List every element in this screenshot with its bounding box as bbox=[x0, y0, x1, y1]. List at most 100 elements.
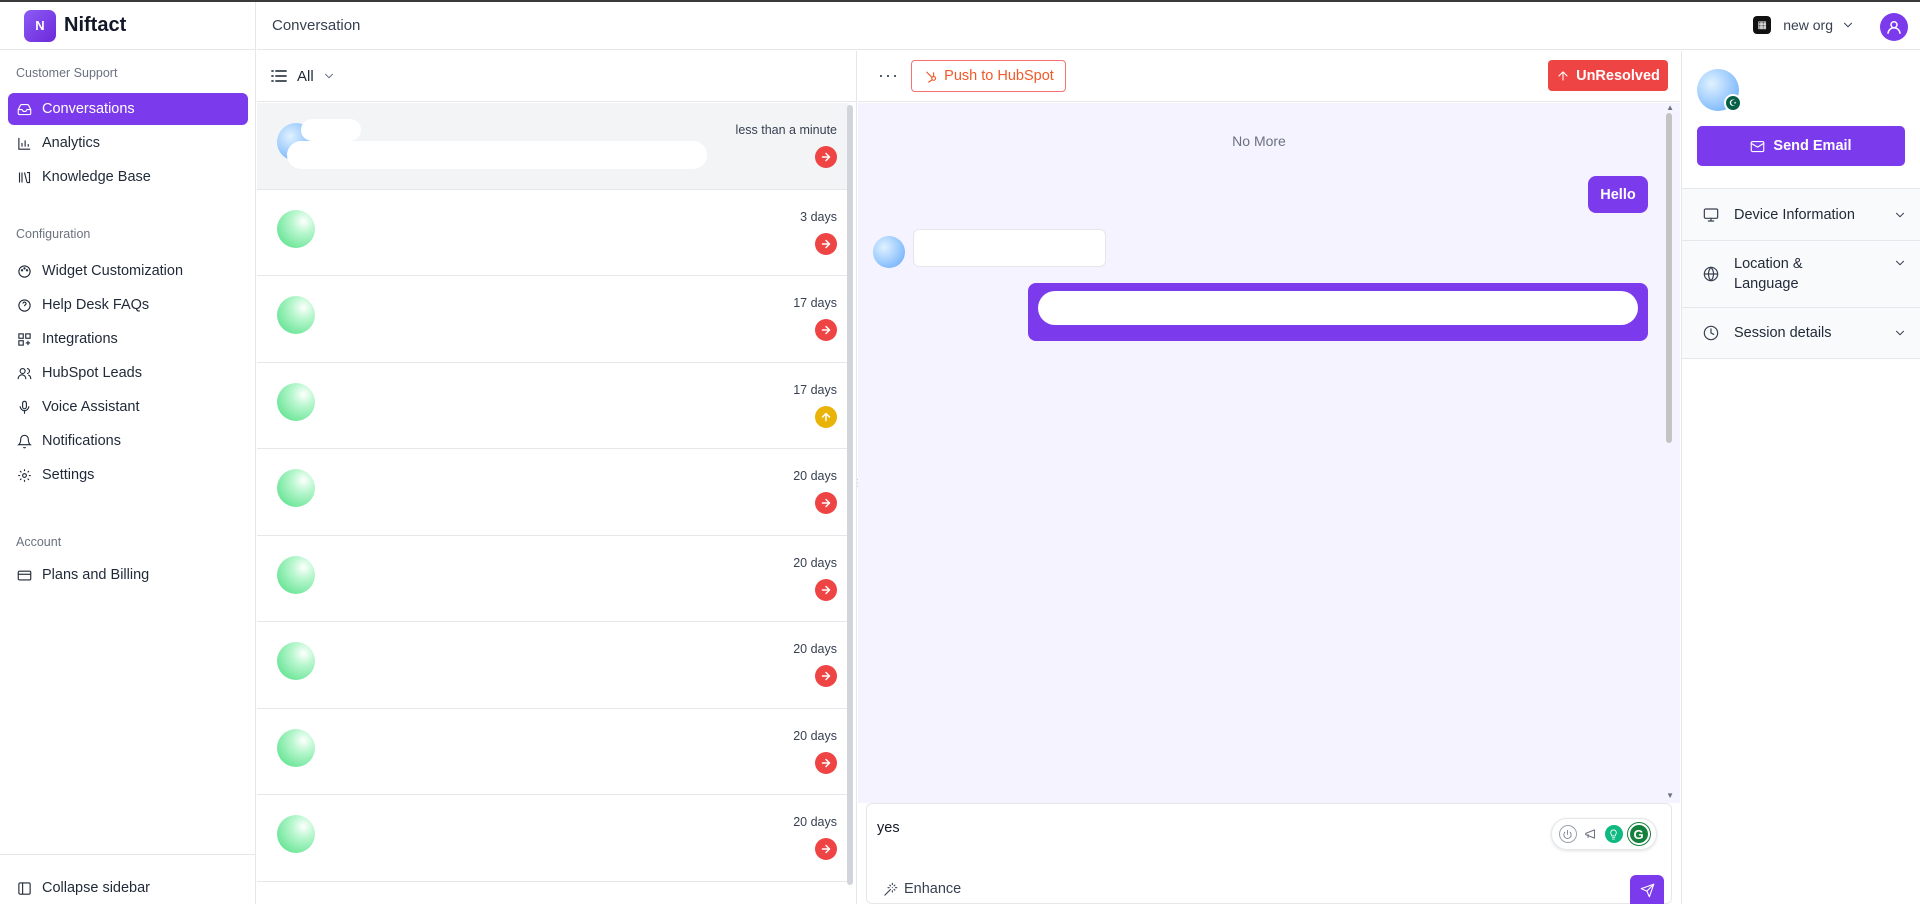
conversation-time: 20 days bbox=[793, 642, 837, 656]
conversation-item[interactable]: 20 days bbox=[257, 536, 849, 622]
sidebar-item-analytics[interactable]: Analytics bbox=[8, 127, 248, 159]
sidebar-item-label: Analytics bbox=[42, 135, 101, 151]
collapse-sidebar-button[interactable]: Collapse sidebar bbox=[8, 872, 248, 904]
push-to-hubspot-button[interactable]: Push to HubSpot bbox=[911, 60, 1066, 92]
redaction-mark bbox=[301, 119, 361, 141]
grammarly-icon[interactable]: G bbox=[1627, 823, 1650, 845]
enhance-button[interactable]: Enhance bbox=[883, 881, 961, 897]
power-icon[interactable] bbox=[1558, 825, 1577, 843]
sidebar-item-conversations[interactable]: Conversations bbox=[8, 93, 248, 125]
sidebar-item-knowledge-base[interactable]: Knowledge Base bbox=[8, 161, 248, 193]
conversation-avatar bbox=[277, 555, 315, 594]
sidebar-item-label: Plans and Billing bbox=[42, 567, 150, 583]
chat-pane: ··· Push to HubSpot UnResolved No More H… bbox=[858, 51, 1680, 904]
sidebar-item-plans-and-billing[interactable]: Plans and Billing bbox=[8, 559, 248, 591]
send-email-label: Send Email bbox=[1773, 138, 1852, 154]
sidebar-item-voice-assistant[interactable]: Voice Assistant bbox=[8, 391, 248, 423]
panel-left-icon bbox=[16, 880, 32, 896]
section-label-customer-support: Customer Support bbox=[16, 66, 118, 80]
enhance-label: Enhance bbox=[904, 881, 962, 897]
conversation-time: 3 days bbox=[800, 209, 837, 224]
status-arrow-icon[interactable] bbox=[815, 838, 837, 860]
send-email-button[interactable]: Send Email bbox=[1697, 126, 1905, 166]
org-switcher[interactable]: ▦ new org bbox=[1753, 16, 1855, 34]
brand[interactable]: N Niftact bbox=[0, 2, 255, 50]
conversation-item[interactable]: less than a minute bbox=[257, 103, 849, 190]
status-toggle-button[interactable]: UnResolved bbox=[1548, 60, 1668, 91]
composer-input[interactable]: yes bbox=[877, 820, 900, 836]
library-icon bbox=[16, 169, 32, 185]
send-message-button[interactable] bbox=[1630, 875, 1664, 904]
status-arrow-icon[interactable] bbox=[815, 492, 837, 514]
scroll-up-arrow-icon[interactable]: ▲ bbox=[1666, 103, 1674, 112]
sidebar-item-notifications[interactable]: Notifications bbox=[8, 425, 248, 457]
contact-info-pane: ☪ Send Email Device Information Location… bbox=[1681, 51, 1920, 904]
message-area[interactable]: No More Hello ▲ ▼ bbox=[858, 103, 1680, 803]
conversation-item[interactable]: 17 days bbox=[257, 363, 849, 449]
conversation-time: 17 days bbox=[793, 382, 837, 397]
conversation-avatar bbox=[277, 469, 315, 507]
chevron-down-icon bbox=[324, 73, 333, 79]
chevron-down-icon bbox=[1843, 22, 1853, 28]
conversation-item[interactable]: 3 days bbox=[257, 190, 849, 276]
megaphone-icon[interactable] bbox=[1582, 825, 1600, 843]
user-icon bbox=[1887, 21, 1901, 34]
accordion-device-information[interactable]: Device Information bbox=[1682, 188, 1920, 240]
conversation-list-scrollbar[interactable] bbox=[847, 105, 853, 885]
conversation-list-pane: All less than a minute 3 days 17 days 17 da… bbox=[257, 51, 857, 904]
incoming-message-redacted bbox=[913, 229, 1106, 267]
accordion-label: Location & Language bbox=[1734, 256, 1803, 292]
status-arrow-icon[interactable] bbox=[815, 319, 837, 341]
status-arrow-icon[interactable] bbox=[815, 578, 837, 601]
lightbulb-icon[interactable] bbox=[1604, 825, 1623, 843]
accordion-location-language[interactable]: Location & Language bbox=[1682, 240, 1920, 307]
conversation-item[interactable]: 17 days bbox=[257, 276, 849, 363]
redaction-mark bbox=[287, 141, 707, 169]
chevron-down-icon bbox=[1895, 260, 1905, 266]
gear-icon bbox=[16, 467, 32, 483]
composer-extension-toolbar: G bbox=[1551, 818, 1657, 850]
conversation-time: 20 days bbox=[793, 815, 837, 829]
status-arrow-icon[interactable] bbox=[815, 146, 837, 168]
filter-dropdown[interactable]: All bbox=[257, 51, 856, 102]
sidebar-item-hubspot-leads[interactable]: HubSpot Leads bbox=[8, 357, 248, 389]
more-options-button[interactable]: ··· bbox=[878, 65, 899, 86]
accordion-session-details[interactable]: Session details bbox=[1682, 307, 1920, 359]
users-icon bbox=[16, 365, 32, 381]
message-composer[interactable]: yes G Enhance bbox=[866, 803, 1672, 904]
conversation-item[interactable]: 20 days bbox=[257, 449, 849, 536]
magic-wand-icon bbox=[884, 882, 898, 896]
country-flag-icon: ☪ bbox=[1724, 94, 1742, 112]
sidebar-item-widget-customization[interactable]: Widget Customization bbox=[8, 255, 248, 287]
sidebar-item-label: Conversations bbox=[42, 101, 135, 117]
conversation-avatar bbox=[277, 728, 315, 767]
status-arrow-icon[interactable] bbox=[815, 751, 837, 774]
conversation-avatar bbox=[277, 209, 315, 248]
user-avatar[interactable] bbox=[1880, 13, 1908, 41]
status-arrow-icon[interactable] bbox=[815, 405, 837, 428]
conversation-list: less than a minute 3 days 17 days 17 days 20… bbox=[257, 103, 849, 904]
sidebar-item-settings[interactable]: Settings bbox=[8, 459, 248, 491]
status-arrow-icon[interactable] bbox=[815, 665, 837, 687]
mic-icon bbox=[16, 399, 32, 415]
conversation-item[interactable]: 20 days bbox=[257, 795, 849, 882]
no-more-label: No More bbox=[1232, 133, 1286, 149]
conversation-time: 20 days bbox=[793, 728, 837, 743]
sidebar-item-integrations[interactable]: Integrations bbox=[8, 323, 248, 355]
brand-name: Niftact bbox=[64, 14, 127, 36]
outgoing-message-redacted bbox=[1028, 283, 1648, 341]
message-area-scrollbar[interactable] bbox=[1666, 113, 1672, 443]
conversation-item[interactable]: 20 days bbox=[257, 622, 849, 709]
top-bar: Conversation ▦ new org bbox=[257, 2, 1920, 50]
sidebar-item-label: Settings bbox=[42, 467, 95, 483]
mail-icon bbox=[1751, 140, 1765, 152]
sidebar-item-label: Knowledge Base bbox=[42, 169, 151, 185]
scroll-down-arrow-icon[interactable]: ▼ bbox=[1666, 791, 1674, 800]
sidebar-item-label: Help Desk FAQs bbox=[42, 297, 150, 313]
sidebar-item-help-desk-faqs[interactable]: Help Desk FAQs bbox=[8, 289, 248, 321]
conversation-item[interactable]: 20 days bbox=[257, 709, 849, 795]
status-arrow-icon[interactable] bbox=[815, 232, 837, 255]
sidebar: N Niftact Customer Support Conversations… bbox=[0, 2, 256, 904]
filter-label: All bbox=[297, 67, 314, 85]
list-icon bbox=[271, 70, 287, 82]
